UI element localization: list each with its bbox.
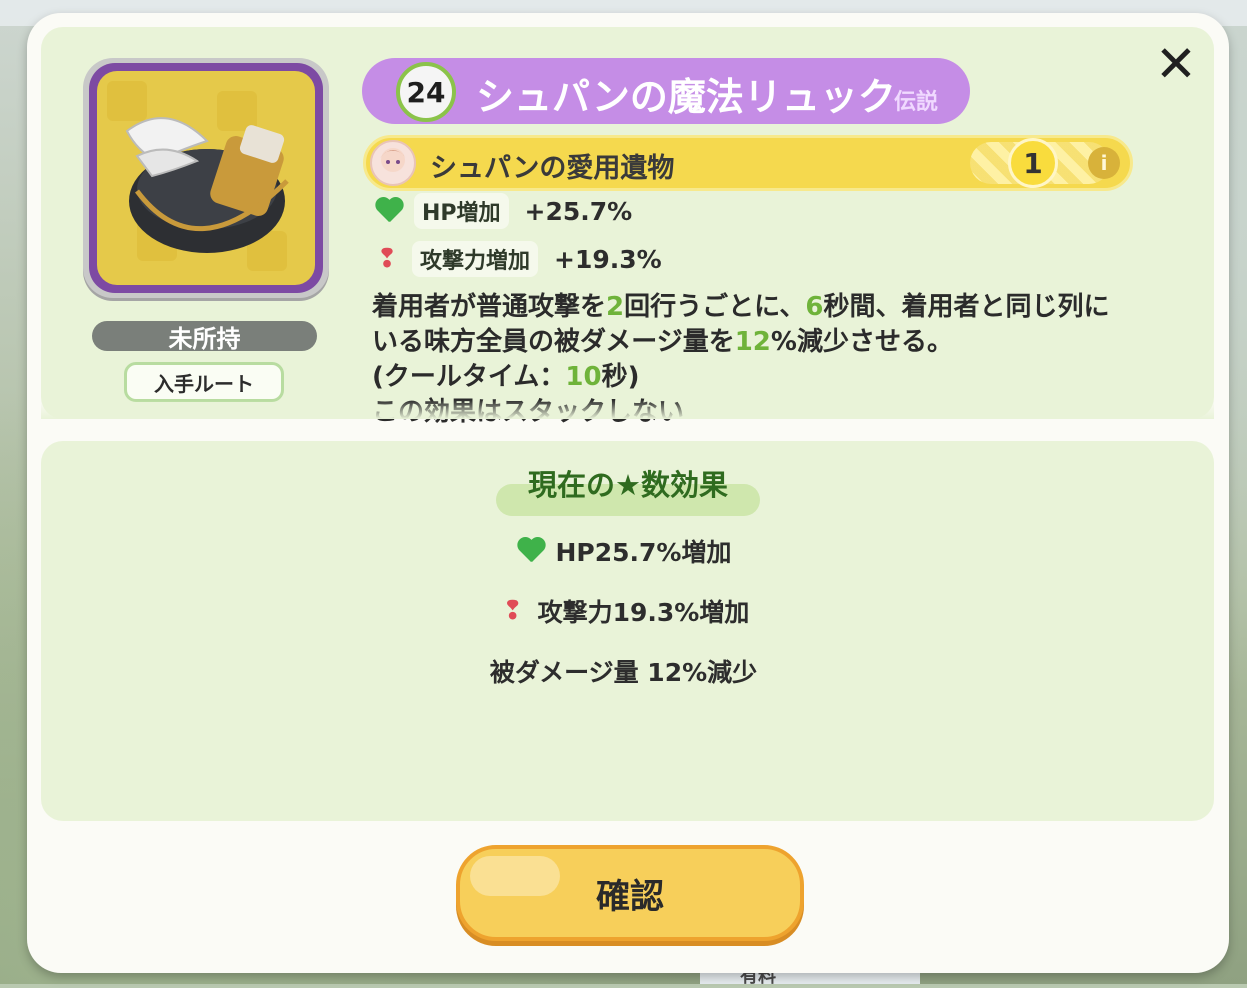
effect-line-hp: HP25.7%増加 (0, 533, 1247, 569)
description-scroll-fade (41, 400, 1214, 419)
attack-icon: ❢ (376, 244, 398, 274)
close-button[interactable]: ✕ (1148, 36, 1204, 92)
effect-line-damage: 被ダメージ量 12%減少 (489, 658, 758, 687)
acquisition-route-button[interactable]: 入手ルート (124, 362, 284, 402)
backpack-item-image (97, 71, 315, 285)
effect-line-attack: ❢ 攻撃力19.3%増加 (0, 593, 1247, 629)
rarity-label: 伝説 (894, 90, 939, 115)
item-icon-frame (83, 58, 329, 298)
star-count-badge: 1 (1008, 138, 1058, 188)
stat-value: +25.7% (524, 196, 633, 226)
info-icon[interactable]: i (1088, 147, 1120, 179)
owner-label: シュパンの愛用遺物 (430, 153, 675, 184)
item-name: シュパンの魔法リュック (476, 75, 896, 119)
stat-attack: ❢ 攻撃力増加 +19.3% (372, 241, 662, 277)
stat-value: +19.3% (554, 244, 662, 274)
stat-hp: HP増加 +25.7% (374, 193, 632, 229)
current-effect-title: 現在の★数効果 (528, 468, 728, 502)
character-avatar (370, 140, 416, 186)
item-level-badge: 24 (396, 62, 456, 122)
attack-icon: ❢ (501, 596, 524, 626)
confirm-button-shine (470, 856, 560, 896)
stat-label: 攻撃力増加 (412, 241, 539, 277)
stat-label: HP増加 (414, 193, 509, 229)
heart-icon (516, 538, 546, 564)
heart-icon (374, 198, 404, 224)
ownership-status: 未所持 (92, 321, 317, 353)
